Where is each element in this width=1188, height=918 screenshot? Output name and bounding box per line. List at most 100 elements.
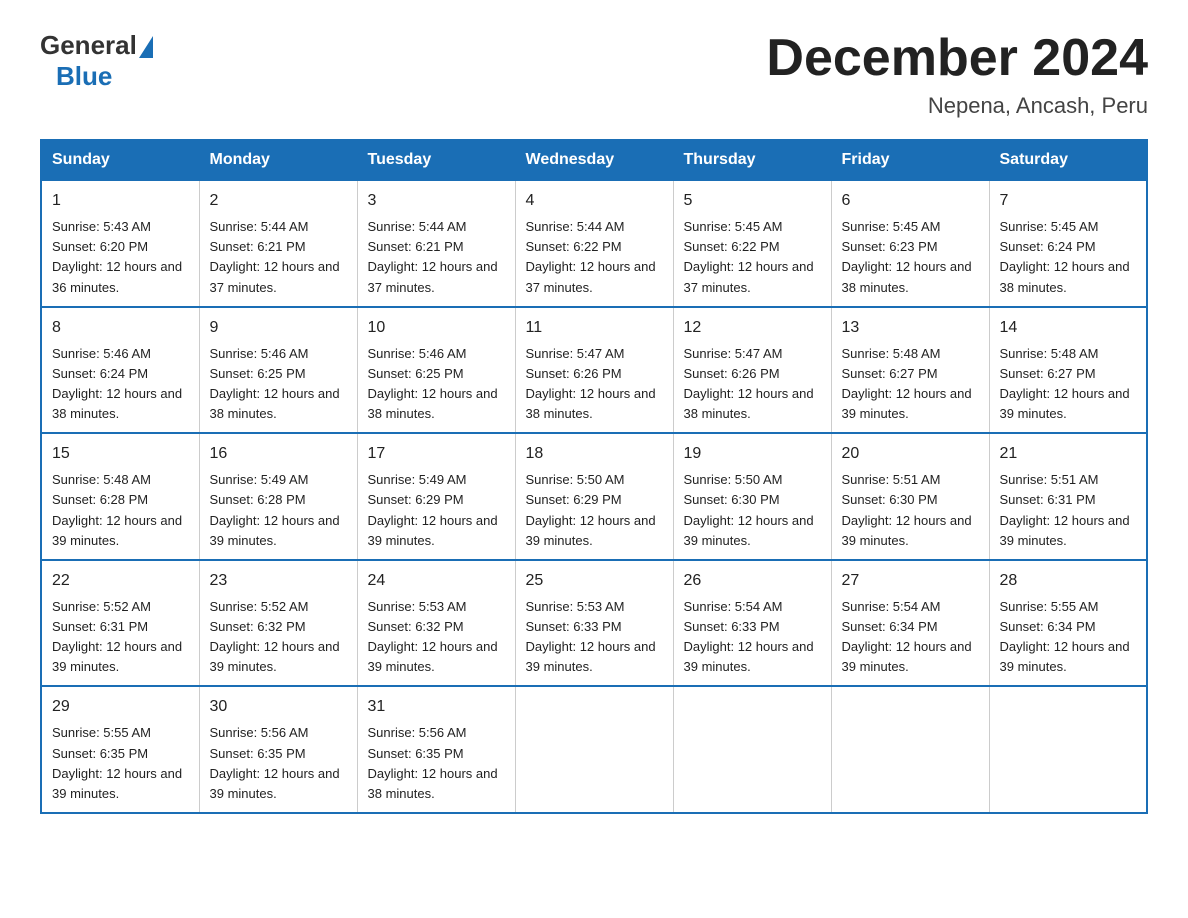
calendar-day-cell: 25 Sunrise: 5:53 AMSunset: 6:33 PMDayligh… [515, 560, 673, 687]
day-number: 21 [1000, 442, 1137, 466]
day-info: Sunrise: 5:48 AMSunset: 6:27 PMDaylight:… [842, 346, 972, 421]
day-info: Sunrise: 5:47 AMSunset: 6:26 PMDaylight:… [684, 346, 814, 421]
calendar-day-cell: 8 Sunrise: 5:46 AMSunset: 6:24 PMDaylight… [41, 307, 199, 434]
day-info: Sunrise: 5:51 AMSunset: 6:30 PMDaylight:… [842, 472, 972, 547]
day-info: Sunrise: 5:56 AMSunset: 6:35 PMDaylight:… [210, 725, 340, 800]
day-info: Sunrise: 5:55 AMSunset: 6:34 PMDaylight:… [1000, 599, 1130, 674]
calendar-day-cell: 9 Sunrise: 5:46 AMSunset: 6:25 PMDaylight… [199, 307, 357, 434]
day-info: Sunrise: 5:48 AMSunset: 6:28 PMDaylight:… [52, 472, 182, 547]
day-info: Sunrise: 5:48 AMSunset: 6:27 PMDaylight:… [1000, 346, 1130, 421]
calendar-day-header: Tuesday [357, 140, 515, 180]
day-info: Sunrise: 5:50 AMSunset: 6:29 PMDaylight:… [526, 472, 656, 547]
calendar-day-cell: 11 Sunrise: 5:47 AMSunset: 6:26 PMDayligh… [515, 307, 673, 434]
day-number: 15 [52, 442, 189, 466]
calendar-day-cell: 26 Sunrise: 5:54 AMSunset: 6:33 PMDayligh… [673, 560, 831, 687]
day-number: 27 [842, 569, 979, 593]
calendar-day-cell: 16 Sunrise: 5:49 AMSunset: 6:28 PMDayligh… [199, 433, 357, 560]
calendar-day-cell: 31 Sunrise: 5:56 AMSunset: 6:35 PMDayligh… [357, 686, 515, 813]
calendar-day-cell: 7 Sunrise: 5:45 AMSunset: 6:24 PMDaylight… [989, 180, 1147, 307]
calendar-day-cell: 24Sunrise: 5:53 AMSunset: 6:32 PMDayligh… [357, 560, 515, 687]
day-number: 20 [842, 442, 979, 466]
day-info: Sunrise: 5:44 AMSunset: 6:21 PMDaylight:… [368, 219, 498, 294]
calendar-day-cell: 23 Sunrise: 5:52 AMSunset: 6:32 PMDayligh… [199, 560, 357, 687]
calendar-day-header: Saturday [989, 140, 1147, 180]
calendar-day-cell: 4 Sunrise: 5:44 AMSunset: 6:22 PMDaylight… [515, 180, 673, 307]
calendar-day-cell: 3 Sunrise: 5:44 AMSunset: 6:21 PMDaylight… [357, 180, 515, 307]
calendar-week-row: 8 Sunrise: 5:46 AMSunset: 6:24 PMDaylight… [41, 307, 1147, 434]
day-info: Sunrise: 5:45 AMSunset: 6:24 PMDaylight:… [1000, 219, 1130, 294]
logo: General Blue [40, 30, 153, 92]
calendar-header-row: SundayMondayTuesdayWednesdayThursdayFrid… [41, 140, 1147, 180]
day-number: 8 [52, 316, 189, 340]
calendar-day-cell: 15 Sunrise: 5:48 AMSunset: 6:28 PMDayligh… [41, 433, 199, 560]
title-section: December 2024 Nepena, Ancash, Peru [766, 30, 1148, 119]
day-number: 31 [368, 695, 505, 719]
calendar-day-header: Monday [199, 140, 357, 180]
calendar-week-row: 15 Sunrise: 5:48 AMSunset: 6:28 PMDayligh… [41, 433, 1147, 560]
day-info: Sunrise: 5:46 AMSunset: 6:25 PMDaylight:… [368, 346, 498, 421]
day-info: Sunrise: 5:44 AMSunset: 6:21 PMDaylight:… [210, 219, 340, 294]
calendar-day-cell [989, 686, 1147, 813]
day-number: 19 [684, 442, 821, 466]
day-number: 3 [368, 189, 505, 213]
day-info: Sunrise: 5:46 AMSunset: 6:24 PMDaylight:… [52, 346, 182, 421]
day-info: Sunrise: 5:53 AMSunset: 6:33 PMDaylight:… [526, 599, 656, 674]
day-number: 25 [526, 569, 663, 593]
calendar-day-header: Wednesday [515, 140, 673, 180]
calendar-day-cell [515, 686, 673, 813]
day-info: Sunrise: 5:43 AMSunset: 6:20 PMDaylight:… [52, 219, 182, 294]
day-number: 29 [52, 695, 189, 719]
day-number: 2 [210, 189, 347, 213]
calendar-day-cell: 10Sunrise: 5:46 AMSunset: 6:25 PMDayligh… [357, 307, 515, 434]
calendar-day-cell: 12 Sunrise: 5:47 AMSunset: 6:26 PMDayligh… [673, 307, 831, 434]
logo-general-text: General [40, 30, 137, 61]
logo-blue-text: Blue [56, 61, 112, 92]
day-number: 6 [842, 189, 979, 213]
day-number: 14 [1000, 316, 1137, 340]
day-number: 7 [1000, 189, 1137, 213]
day-info: Sunrise: 5:44 AMSunset: 6:22 PMDaylight:… [526, 219, 656, 294]
calendar-day-cell: 28 Sunrise: 5:55 AMSunset: 6:34 PMDayligh… [989, 560, 1147, 687]
calendar-week-row: 29 Sunrise: 5:55 AMSunset: 6:35 PMDayligh… [41, 686, 1147, 813]
calendar-day-cell: 22Sunrise: 5:52 AMSunset: 6:31 PMDayligh… [41, 560, 199, 687]
calendar-day-cell: 17Sunrise: 5:49 AMSunset: 6:29 PMDayligh… [357, 433, 515, 560]
page-title: December 2024 [766, 30, 1148, 87]
day-number: 28 [1000, 569, 1137, 593]
day-info: Sunrise: 5:53 AMSunset: 6:32 PMDaylight:… [368, 599, 498, 674]
day-number: 11 [526, 316, 663, 340]
day-info: Sunrise: 5:47 AMSunset: 6:26 PMDaylight:… [526, 346, 656, 421]
day-info: Sunrise: 5:52 AMSunset: 6:32 PMDaylight:… [210, 599, 340, 674]
calendar-day-cell: 30Sunrise: 5:56 AMSunset: 6:35 PMDayligh… [199, 686, 357, 813]
calendar-day-header: Friday [831, 140, 989, 180]
day-info: Sunrise: 5:46 AMSunset: 6:25 PMDaylight:… [210, 346, 340, 421]
day-info: Sunrise: 5:52 AMSunset: 6:31 PMDaylight:… [52, 599, 182, 674]
calendar-day-cell: 29 Sunrise: 5:55 AMSunset: 6:35 PMDayligh… [41, 686, 199, 813]
day-number: 17 [368, 442, 505, 466]
day-info: Sunrise: 5:55 AMSunset: 6:35 PMDaylight:… [52, 725, 182, 800]
calendar-day-cell [673, 686, 831, 813]
calendar-day-cell: 14 Sunrise: 5:48 AMSunset: 6:27 PMDayligh… [989, 307, 1147, 434]
day-info: Sunrise: 5:49 AMSunset: 6:28 PMDaylight:… [210, 472, 340, 547]
day-number: 5 [684, 189, 821, 213]
day-number: 26 [684, 569, 821, 593]
day-number: 16 [210, 442, 347, 466]
day-info: Sunrise: 5:54 AMSunset: 6:33 PMDaylight:… [684, 599, 814, 674]
calendar-day-header: Sunday [41, 140, 199, 180]
day-info: Sunrise: 5:56 AMSunset: 6:35 PMDaylight:… [368, 725, 498, 800]
calendar-day-cell: 6 Sunrise: 5:45 AMSunset: 6:23 PMDaylight… [831, 180, 989, 307]
day-info: Sunrise: 5:45 AMSunset: 6:23 PMDaylight:… [842, 219, 972, 294]
day-number: 23 [210, 569, 347, 593]
calendar-day-cell: 19Sunrise: 5:50 AMSunset: 6:30 PMDayligh… [673, 433, 831, 560]
calendar-day-cell: 21Sunrise: 5:51 AMSunset: 6:31 PMDayligh… [989, 433, 1147, 560]
calendar-day-cell: 1 Sunrise: 5:43 AMSunset: 6:20 PMDaylight… [41, 180, 199, 307]
day-info: Sunrise: 5:54 AMSunset: 6:34 PMDaylight:… [842, 599, 972, 674]
day-number: 13 [842, 316, 979, 340]
day-number: 1 [52, 189, 189, 213]
day-number: 4 [526, 189, 663, 213]
calendar-day-cell: 5Sunrise: 5:45 AMSunset: 6:22 PMDaylight… [673, 180, 831, 307]
page-header: General Blue December 2024 Nepena, Ancas… [40, 30, 1148, 119]
calendar-day-cell: 13 Sunrise: 5:48 AMSunset: 6:27 PMDayligh… [831, 307, 989, 434]
day-number: 9 [210, 316, 347, 340]
calendar-day-cell: 27 Sunrise: 5:54 AMSunset: 6:34 PMDayligh… [831, 560, 989, 687]
day-number: 12 [684, 316, 821, 340]
